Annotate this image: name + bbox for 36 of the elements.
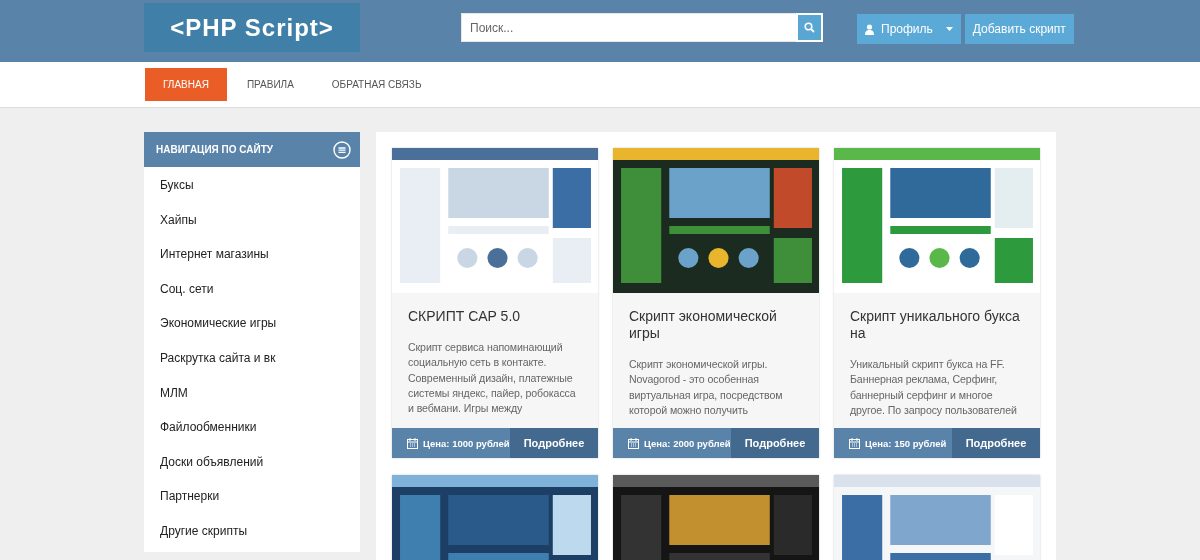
calendar-icon (628, 437, 639, 449)
price-label: Цена: 150 рублей (865, 437, 947, 449)
card-title[interactable]: Скрипт экономической игры (629, 308, 805, 342)
sidebar-item[interactable]: Раскрутка сайта и вк (144, 340, 360, 376)
calendar-icon (849, 437, 860, 449)
sidebar-item[interactable]: Интернет магазины (144, 237, 360, 272)
details-button[interactable]: Подробнее (510, 428, 598, 458)
sidebar-item[interactable]: Другие скрипты (144, 513, 360, 549)
search-icon (804, 22, 815, 33)
user-icon (865, 23, 874, 35)
price-label: Цена: 1000 рублей (423, 437, 510, 449)
nav-tab[interactable]: ПРАВИЛА (228, 68, 312, 101)
sidebar-item[interactable]: Хайпы (144, 202, 360, 238)
calendar-icon (407, 437, 418, 449)
search-button[interactable] (796, 13, 823, 42)
card-description: Уникальный скрипт букса на FF. Баннерная реклама, Серфинг, баннерный серфинг и многое другое. По запросу пользователей (850, 357, 1018, 418)
sidebar-title: НАВИГАЦИЯ ПО САЙТУ (156, 144, 274, 155)
details-button[interactable]: Подробнее (952, 428, 1040, 458)
price-label: Цена: 2000 рублей (644, 437, 731, 449)
card-title[interactable]: СКРИПТ CAP 5.0 (408, 308, 584, 325)
card-title[interactable]: Скрипт уникального букса на (850, 308, 1026, 342)
sidebar-item[interactable]: Партнерки (144, 479, 360, 514)
card-description: Скрипт экономической игры. Novagorod - это особенная виртуальная игра, посредством которой можно получить (629, 357, 784, 418)
search-field[interactable]: Поиск... (461, 13, 796, 42)
site-logo[interactable]: <PHP Script> (144, 3, 360, 52)
menu-icon[interactable] (333, 140, 351, 159)
nav-tab[interactable]: ОБРАТНАЯ СВЯЗЬ (313, 68, 440, 101)
card-description: Скрипт сервиса напоминающий социальную сеть в контакте. Современный дизайн, платежные системы яндекс, пайер, робокасса и вебмани. Игры между (408, 340, 577, 417)
details-button[interactable]: Подробнее (731, 428, 819, 458)
caret-icon (945, 27, 953, 31)
sidebar-item[interactable]: Соц. сети (144, 271, 360, 307)
sidebar-item[interactable]: Доски объявлений (144, 444, 360, 480)
sidebar-item[interactable]: Буксы (144, 168, 360, 203)
sidebar-item[interactable]: Экономические игры (144, 306, 360, 341)
sidebar-item[interactable]: МЛМ (144, 375, 360, 411)
sidebar-item[interactable]: Файлообменники (144, 410, 360, 445)
